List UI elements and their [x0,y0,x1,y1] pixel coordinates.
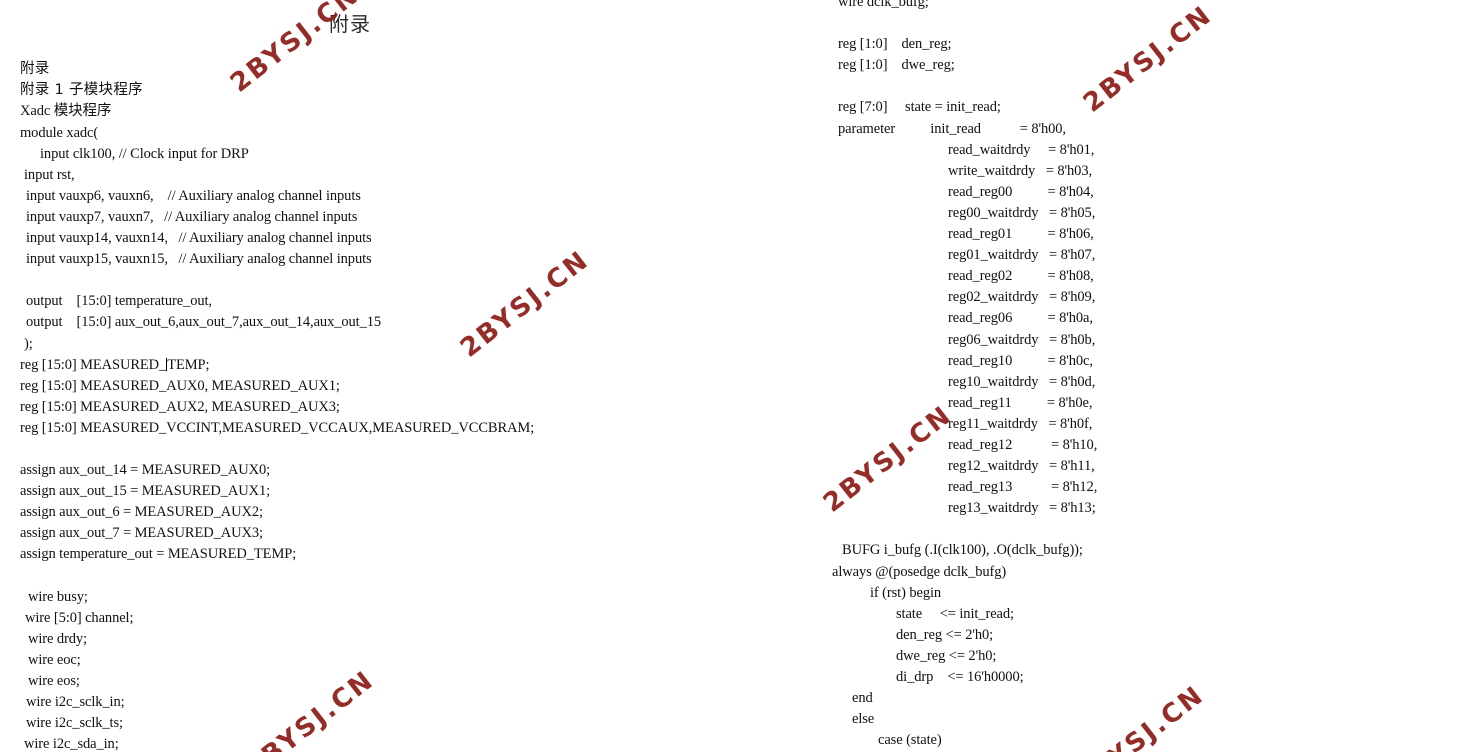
code-line: di_drp <= 16'h0000; [896,669,1024,685]
code-line: assign aux_out_7 = MEASURED_AUX3; [20,525,263,542]
code-line: parameter init_read = 8'h00, [838,120,1066,137]
code-line: wire busy; [28,588,88,605]
code-line: reg [15:0] MEASURED_TEMP; [20,356,210,373]
code-line: wire eos; [28,673,80,689]
code-line: reg11_waitdrdy = 8'h0f, [948,415,1093,432]
code-line: end [852,690,873,707]
code-line: write_waitdrdy = 8'h03, [948,162,1093,179]
code-line: reg [7:0] state = init_read; [838,99,1001,116]
code-line: reg [15:0] MEASURED_AUX0, MEASURED_AUX1; [20,377,340,394]
code-line: 附录 1 子模块程序 [20,82,143,99]
code-line: read_reg10 = 8'h0c, [948,352,1093,369]
code-line: reg12_waitdrdy = 8'h11, [948,458,1095,475]
code-line: den_reg <= 2'h0; [896,626,994,643]
code-line: reg [1:0] den_reg; [838,36,952,53]
code-line: wire drdy; [28,630,87,647]
code-line: reg02_waitdrdy = 8'h09, [948,289,1096,306]
code-line: wire i2c_sclk_in; [26,694,125,711]
code-line: reg [15:0] MEASURED_VCCINT,MEASURED_VCCA… [20,419,535,436]
code-line: reg00_waitdrdy = 8'h05, [948,204,1096,221]
code-line: wire dclk_bufg; [838,0,929,10]
code-line: always @(posedge dclk_bufg) [832,563,1007,580]
document-page: 附录 附录附录 1 子模块程序 Xadc 模块程序 module xadc( inpu… [0,0,1470,752]
code-line: reg [1:0] dwe_reg; [838,57,955,74]
code-line: dwe_reg <= 2'h0; [896,647,997,664]
code-line: input vauxp14, vauxn14, // Auxiliary ana… [26,230,372,247]
code-line: input vauxp6, vauxn6, // Auxiliary analo… [26,187,361,204]
code-line: input clk100, // Clock input for DRP [40,145,249,162]
code-line: 附录 [20,61,50,78]
code-line: assign aux_out_15 = MEASURED_AUX1; [20,483,271,500]
code-line: reg06_waitdrdy = 8'h0b, [948,331,1096,348]
code-line: BUFG i_bufg (.I(clk100), .O(dclk_bufg)); [842,542,1083,559]
code-line: input vauxp7, vauxn7, // Auxiliary analo… [26,208,358,225]
code-line: input vauxp15, vauxn15, // Auxiliary ana… [26,251,372,268]
code-line: reg13_waitdrdy = 8'h13; [948,500,1096,517]
code-line: assign temperature_out = MEASURED_TEMP; [20,546,297,563]
code-line: case (state) [878,732,942,749]
code-line: read_reg00 = 8'h04, [948,183,1094,200]
code-line: reg [15:0] MEASURED_AUX2, MEASURED_AUX3; [20,398,340,415]
code-line: reg10_waitdrdy = 8'h0d, [948,373,1096,390]
code-line: wire i2c_sclk_ts; [26,715,123,732]
code-line: read_reg12 = 8'h10, [948,436,1098,453]
left-code-column: 附录附录 1 子模块程序 Xadc 模块程序 module xadc( input c… [0,0,760,752]
code-line: read_reg02 = 8'h08, [948,268,1094,285]
code-line: assign aux_out_14 = MEASURED_AUX0; [20,462,271,479]
code-line: assign aux_out_6 = MEASURED_AUX2; [20,504,263,521]
code-line: output [15:0] temperature_out, [26,293,212,310]
code-line: read_reg06 = 8'h0a, [948,310,1093,327]
code-line: state <= init_read; [896,605,1014,622]
code-line: ); [24,335,33,352]
code-line: read_reg11 = 8'h0e, [948,394,1093,411]
code-line: else [852,711,875,728]
text-caret [166,357,168,371]
code-line: wire i2c_sda_in; [24,736,119,752]
code-line: if (rst) begin [870,584,942,601]
code-line: Xadc 模块程序 [20,103,112,120]
code-line: module xadc( [20,124,99,141]
code-line: input rst, [24,166,75,183]
code-line: wire eoc; [28,651,81,668]
code-line: output [15:0] aux_out_6,aux_out_7,aux_ou… [26,314,382,331]
code-line: read_waitdrdy = 8'h01, [948,141,1095,158]
code-line: read_reg01 = 8'h06, [948,226,1094,243]
right-code-column: wire dclk_bufg; reg [1:0] den_reg;reg [1… [820,0,1460,752]
code-line: wire [5:0] channel; [25,609,134,626]
code-line: read_reg13 = 8'h12, [948,479,1098,496]
code-line: reg01_waitdrdy = 8'h07, [948,247,1096,264]
